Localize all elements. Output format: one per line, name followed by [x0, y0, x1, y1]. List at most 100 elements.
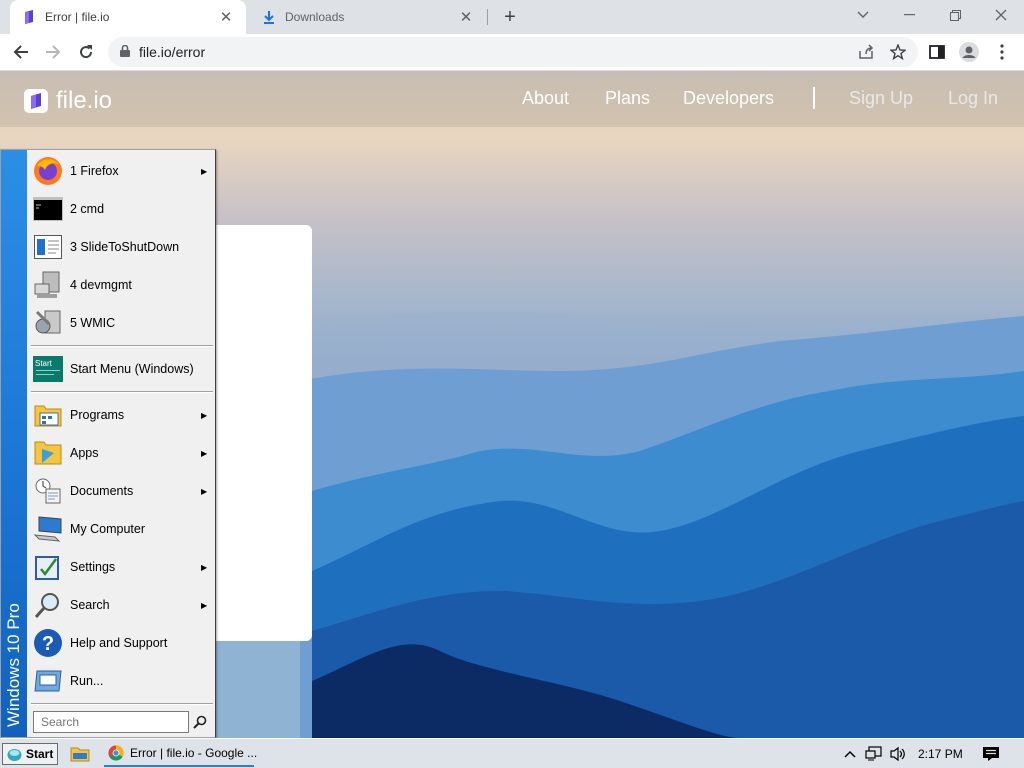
svg-text:?: ?	[42, 633, 54, 655]
settings-icon	[32, 551, 64, 583]
menu-separator	[31, 391, 213, 393]
submenu-arrow-icon: ▶	[201, 448, 208, 458]
browser-toolbar: file.io/error	[0, 34, 1024, 71]
close-window-button[interactable]	[978, 0, 1024, 30]
menu-kebab-icon[interactable]	[989, 39, 1015, 65]
menu-item-label: Start Menu (Windows)	[70, 362, 194, 376]
file-explorer-icon[interactable]	[70, 744, 90, 764]
profile-avatar[interactable]	[956, 39, 982, 65]
volume-icon[interactable]	[888, 744, 908, 764]
menu-item-label: Programs	[70, 408, 125, 422]
menu-item-label: Documents	[70, 484, 134, 498]
logo-text: file.io	[56, 87, 113, 114]
menu-item-label: 2 cmd	[70, 202, 105, 216]
nav-sign-up[interactable]: Sign Up	[849, 88, 913, 109]
menu-item-start-menu-windows[interactable]: Start Start Menu (Windows)	[29, 350, 215, 388]
nav-log-in[interactable]: Log In	[948, 88, 998, 109]
taskbar-chrome-window[interactable]: Error | file.io - Google ...	[104, 741, 258, 767]
tab-downloads[interactable]: Downloads ✕	[250, 0, 486, 34]
show-hidden-icons-chevron-icon[interactable]	[842, 744, 858, 764]
submenu-arrow-icon: ▶	[201, 486, 208, 496]
device-manager-icon	[32, 269, 64, 301]
submenu-arrow-icon: ▶	[201, 410, 208, 420]
forward-button[interactable]	[40, 39, 66, 65]
share-icon[interactable]	[853, 39, 879, 65]
menu-item-cmd[interactable]: 2 cmd	[29, 190, 215, 228]
menu-item-label: Apps	[70, 446, 99, 460]
menu-item-run[interactable]: Run...	[29, 662, 215, 700]
programs-icon	[32, 399, 64, 431]
menu-item-wmic[interactable]: 5 WMIC	[29, 304, 215, 342]
menu-item-settings[interactable]: Settings ▶	[29, 548, 215, 586]
firefox-icon	[32, 155, 64, 187]
start-label: Start	[26, 747, 54, 761]
tab-search-icon[interactable]	[840, 0, 886, 30]
tab-separator	[487, 9, 488, 25]
menu-separator	[31, 345, 213, 347]
start-menu-search-input[interactable]	[33, 711, 189, 733]
start-menu-app-icon: Start	[32, 353, 64, 385]
start-menu-banner: Windows 10 Pro	[1, 150, 27, 737]
taskbar: Start Error | file.io - Google ... 2:17 …	[0, 738, 1024, 768]
menu-item-slidetoshutdown[interactable]: 3 SlideToShutDown	[29, 228, 215, 266]
tab-close-icon[interactable]: ✕	[458, 9, 474, 26]
taskbar-clock[interactable]: 2:17 PM	[918, 747, 963, 761]
back-button[interactable]	[8, 39, 34, 65]
url-text: file.io/error	[139, 44, 206, 60]
menu-item-my-computer[interactable]: My Computer	[29, 510, 215, 548]
fileio-logo[interactable]: file.io	[24, 87, 112, 115]
reload-button[interactable]	[73, 39, 99, 65]
start-menu-app-icon-text: Start	[35, 359, 53, 368]
task-label: Error | file.io - Google ...	[130, 746, 258, 760]
menu-item-label: Help and Support	[70, 636, 168, 650]
menu-item-apps[interactable]: Apps ▶	[29, 434, 215, 472]
menu-item-help-and-support[interactable]: ? Help and Support	[29, 624, 215, 662]
tab-label: Downloads	[285, 10, 345, 24]
start-menu: Windows 10 Pro 1 Firefox ▶ 2 cmd 3 Slide…	[0, 149, 216, 738]
window-icon	[32, 231, 64, 263]
apps-icon	[32, 437, 64, 469]
nav-developers[interactable]: Developers	[683, 88, 774, 109]
documents-icon	[32, 475, 64, 507]
run-icon	[32, 665, 64, 697]
cmd-icon	[32, 193, 64, 225]
side-panel-icon[interactable]	[924, 39, 950, 65]
menu-separator	[31, 703, 213, 705]
fileio-favicon-icon	[22, 10, 36, 24]
nav-about[interactable]: About	[522, 88, 569, 109]
nav-plans[interactable]: Plans	[605, 88, 650, 109]
help-icon: ?	[32, 627, 64, 659]
download-icon	[262, 10, 276, 24]
menu-item-label: 5 WMIC	[70, 316, 116, 330]
nav-divider	[813, 87, 815, 109]
search-button-icon[interactable]	[191, 713, 209, 731]
menu-item-firefox[interactable]: 1 Firefox ▶	[29, 152, 215, 190]
network-icon[interactable]	[864, 744, 884, 764]
menu-item-label: My Computer	[70, 522, 146, 536]
wmic-icon	[32, 307, 64, 339]
tab-error-fileio[interactable]: Error | file.io ✕	[10, 0, 246, 34]
fileio-logo-icon	[24, 89, 48, 113]
menu-item-search[interactable]: Search ▶	[29, 586, 215, 624]
restore-button[interactable]	[932, 0, 978, 30]
bookmark-star-icon[interactable]	[885, 39, 911, 65]
start-button[interactable]: Start	[2, 743, 58, 765]
tab-label: Error | file.io	[45, 10, 110, 24]
menu-item-documents[interactable]: Documents ▶	[29, 472, 215, 510]
menu-item-label: 3 SlideToShutDown	[70, 240, 180, 254]
lock-icon[interactable]	[120, 44, 130, 60]
new-tab-button[interactable]: +	[498, 5, 522, 29]
minimize-button[interactable]	[886, 0, 932, 30]
menu-item-devmgmt[interactable]: 4 devmgmt	[29, 266, 215, 304]
menu-item-label: Run...	[70, 674, 104, 688]
menu-item-programs[interactable]: Programs ▶	[29, 396, 215, 434]
address-bar[interactable]: file.io/error	[108, 37, 918, 67]
tab-strip: Error | file.io ✕ Downloads ✕ +	[0, 0, 1024, 34]
action-center-icon[interactable]	[980, 744, 1002, 764]
chrome-icon	[108, 745, 124, 761]
submenu-arrow-icon: ▶	[201, 166, 208, 176]
menu-item-label: Settings	[70, 560, 116, 574]
submenu-arrow-icon: ▶	[201, 600, 208, 610]
windows-edition-label: Windows 10 Pro	[4, 603, 23, 727]
tab-close-icon[interactable]: ✕	[218, 9, 234, 26]
